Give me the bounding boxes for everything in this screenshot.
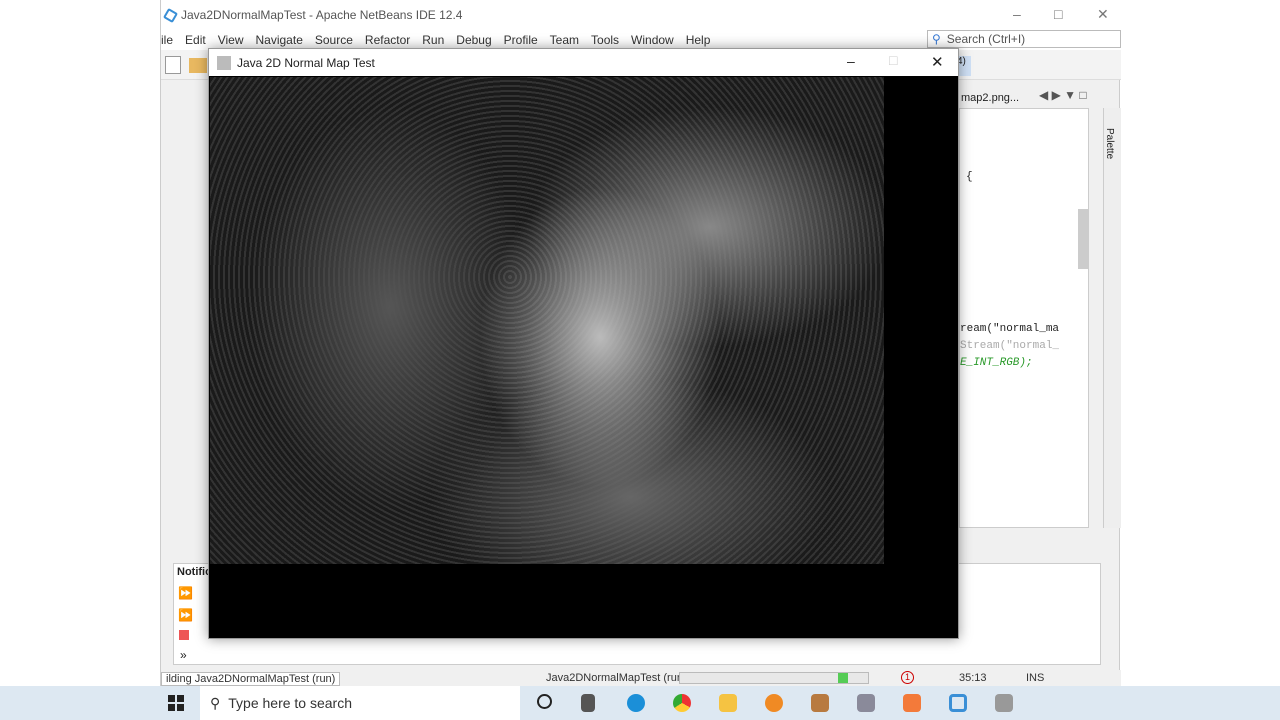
build-status: ilding Java2DNormalMapTest (run) (161, 672, 341, 686)
tab-nav-icons[interactable]: ◀ ▶ ▼ □ (1039, 88, 1087, 102)
menu-edit[interactable]: Edit (179, 33, 212, 47)
stop-icon[interactable] (179, 630, 189, 640)
blender-icon[interactable] (765, 694, 783, 712)
app-icon[interactable] (811, 694, 829, 712)
minimize-icon[interactable]: – (1013, 6, 1021, 22)
code-line: E_INT_RGB); (960, 357, 1033, 369)
search-icon: ⚲ (210, 694, 221, 711)
rerun-icon[interactable]: ⏩ (178, 586, 193, 600)
new-file-icon[interactable] (165, 56, 181, 74)
config-tab[interactable]: 4) (957, 56, 971, 76)
more-icon[interactable]: » (180, 648, 187, 662)
chrome-icon[interactable] (673, 694, 691, 712)
search-icon: ⚲ (932, 32, 941, 46)
code-line: Stream("normal_ (960, 340, 1060, 352)
maximize-icon[interactable]: □ (1054, 6, 1062, 22)
palette-label: Palette (1104, 128, 1115, 160)
menu-run[interactable]: Run (416, 33, 450, 47)
menu-file[interactable]: ile (161, 33, 179, 47)
taskbar-search-placeholder: Type here to search (228, 695, 353, 711)
edge-icon[interactable] (627, 694, 645, 712)
close-icon[interactable]: ✕ (1097, 6, 1109, 23)
java-app-window: Java 2D Normal Map Test – □ ✕ (208, 48, 959, 639)
menu-help[interactable]: Help (680, 33, 717, 47)
menu-window[interactable]: Window (625, 33, 680, 47)
ide-search-input[interactable]: ⚲ Search (Ctrl+I) (927, 30, 1121, 48)
menu-source[interactable]: Source (309, 33, 359, 47)
insert-mode: INS (1026, 672, 1045, 684)
start-icon[interactable] (168, 695, 184, 711)
netbeans-logo-icon (162, 7, 179, 23)
app-maximize-icon: □ (889, 52, 898, 68)
normal-map-render[interactable] (210, 77, 884, 564)
code-line: { (966, 171, 973, 183)
taskbar-search[interactable]: ⚲ Type here to search (200, 686, 520, 720)
java-app-icon (217, 55, 231, 70)
editor-scrollbar[interactable] (1078, 209, 1088, 269)
code-line: ream("normal_ma (960, 323, 1060, 335)
task-view-icon[interactable] (581, 694, 595, 712)
palette-panel[interactable]: Palette (1103, 108, 1121, 528)
new-project-icon[interactable] (189, 58, 207, 73)
netbeans-taskbar-icon[interactable] (949, 694, 967, 712)
code-editor[interactable]: { ream("normal_ma Stream("normal_ E_INT_… (959, 108, 1089, 528)
app-close-icon[interactable]: ✕ (931, 53, 944, 71)
menu-refactor[interactable]: Refactor (359, 33, 416, 47)
search-placeholder: Search (Ctrl+I) (946, 32, 1026, 46)
menu-debug[interactable]: Debug (450, 33, 497, 47)
cortana-icon[interactable] (537, 694, 552, 709)
progress-bar (679, 672, 869, 684)
ide-title: Java2DNormalMapTest - Apache NetBeans ID… (181, 8, 463, 22)
menu-view[interactable]: View (212, 33, 250, 47)
file-explorer-icon[interactable] (719, 694, 737, 712)
rerun-different-icon[interactable]: ⏩ (178, 608, 193, 622)
app-title: Java 2D Normal Map Test (237, 55, 375, 70)
caret-position: 35:13 (959, 672, 987, 684)
menu-profile[interactable]: Profile (498, 33, 544, 47)
app-title-bar: Java 2D Normal Map Test – □ ✕ (209, 49, 958, 76)
ide-title-bar: Java2DNormalMapTest - Apache NetBeans ID… (161, 0, 1121, 30)
menu-tools[interactable]: Tools (585, 33, 625, 47)
robot-app-icon[interactable] (857, 694, 875, 712)
app-minimize-icon[interactable]: – (847, 53, 855, 69)
running-task: Java2DNormalMapTest (run) (546, 672, 687, 684)
notifications-title: Notific (177, 566, 212, 578)
error-badge[interactable]: 1 (901, 671, 914, 684)
editor-tab[interactable]: map2.png... (961, 92, 1019, 104)
menu-team[interactable]: Team (544, 33, 585, 47)
presentation-app-icon[interactable] (903, 694, 921, 712)
taskbar: ⚲ Type here to search (0, 686, 1280, 720)
menu-navigate[interactable]: Navigate (250, 33, 309, 47)
java-taskbar-icon[interactable] (995, 694, 1013, 712)
